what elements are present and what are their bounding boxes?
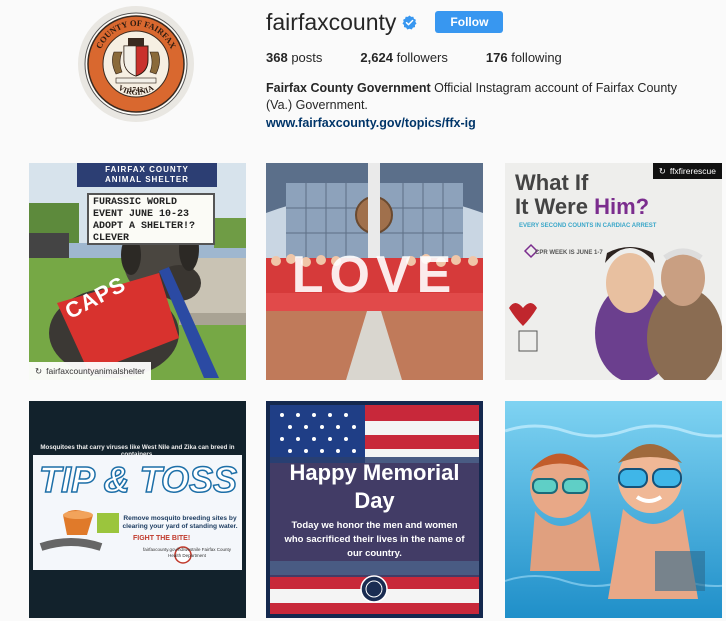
repost-handle: fairfaxcountyanimalshelter	[46, 366, 145, 376]
posts-count: 368	[266, 50, 288, 65]
post-thumbnail-4[interactable]: Mosquitoes that carry viruses like West …	[29, 401, 246, 618]
memorial-day-title: Happy Memorial Day	[266, 459, 483, 515]
post-thumbnail-2[interactable]: LOVE	[266, 163, 483, 380]
tip-toss-instruction: Remove mosquito breeding sites by cleari…	[122, 515, 238, 530]
repost-handle: ffxfirerescue	[669, 166, 716, 176]
followers-label: followers	[396, 50, 448, 65]
cpr-subline: EVERY SECOND COUNTS IN CARDIAC ARREST	[519, 223, 657, 229]
followers-stat[interactable]: 2,624 followers	[360, 50, 447, 65]
post-thumbnail-6[interactable]	[505, 401, 722, 618]
repost-icon: ↻	[35, 365, 43, 376]
profile-website-link[interactable]: www.fairfaxcounty.gov/topics/ffx-ig	[266, 116, 476, 130]
shelter-sign-subtitle: ANIMAL SHELTER	[105, 175, 189, 184]
followers-count: 2,624	[360, 50, 393, 65]
shelter-board-text: FURASSIC WORLD EVENT JUNE 10-23 ADOPT A …	[87, 193, 215, 245]
follow-button[interactable]: Follow	[435, 11, 504, 33]
cpr-headline: What If It Were Him?	[515, 171, 649, 219]
profile-bio: Fairfax County Government Official Insta…	[266, 80, 696, 114]
cpr-headline-line1: What If	[515, 170, 589, 195]
profile-title-row: fairfaxcounty Follow	[266, 8, 504, 36]
county-seal-image: COUNTY OF FAIRFAX VIRGINIA 1742	[84, 12, 188, 116]
shelter-sign-title: FAIRFAX COUNTY	[105, 165, 189, 174]
cpr-headline-line2: It Were	[515, 194, 595, 219]
profile-full-name: Fairfax County Government	[266, 81, 431, 95]
shelter-sign: FAIRFAX COUNTY ANIMAL SHELTER	[77, 163, 217, 187]
cpr-week-text: CPR WEEK IS JUNE 1-7	[535, 250, 603, 256]
following-stat[interactable]: 176 following	[486, 50, 562, 65]
post-thumbnail-3[interactable]: ↻ ffxfirerescue What If It Were Him? EVE…	[505, 163, 722, 380]
profile-stats: 368 posts 2,624 followers 176 following	[266, 50, 600, 65]
memorial-day-title-line2: Day	[354, 488, 395, 513]
tip-toss-title: TIP & TOSS	[38, 458, 238, 501]
repost-tag: ↻ fairfaxcountyanimalshelter	[29, 362, 151, 380]
love-sculpture-text: LOVE	[291, 246, 458, 304]
profile-username: fairfaxcounty	[266, 8, 397, 35]
posts-label: posts	[291, 50, 323, 65]
tip-toss-panel: TIP & TOSS Remove mosquito breeding site…	[33, 455, 242, 570]
memorial-day-title-line1: Happy Memorial	[289, 460, 460, 485]
tip-toss-site-text: fairfaxcounty.gov/hd/westnile Fairfax Co…	[143, 547, 231, 558]
seal-year: 1742	[129, 86, 144, 94]
repost-tag: ↻ ffxfirerescue	[652, 163, 722, 179]
post-thumbnail-1[interactable]: FAIRFAX COUNTY ANIMAL SHELTER FURASSIC WO…	[29, 163, 246, 380]
following-count: 176	[485, 50, 508, 65]
posts-count-stat[interactable]: 368 posts	[266, 50, 322, 65]
post-6-image	[505, 401, 722, 618]
following-label: following	[511, 50, 562, 65]
profile-avatar[interactable]: COUNTY OF FAIRFAX VIRGINIA 1742	[78, 6, 194, 122]
cpr-headline-emphasis: Him?	[594, 194, 650, 219]
fight-the-bite-text: FIGHT THE BITE!	[133, 535, 191, 542]
verified-badge-icon	[402, 14, 417, 29]
repost-icon: ↻	[658, 165, 666, 176]
memorial-day-message: Today we honor the men and women who sac…	[284, 520, 465, 559]
post-thumbnail-5[interactable]: Happy Memorial Day Today we honor the me…	[266, 401, 483, 618]
